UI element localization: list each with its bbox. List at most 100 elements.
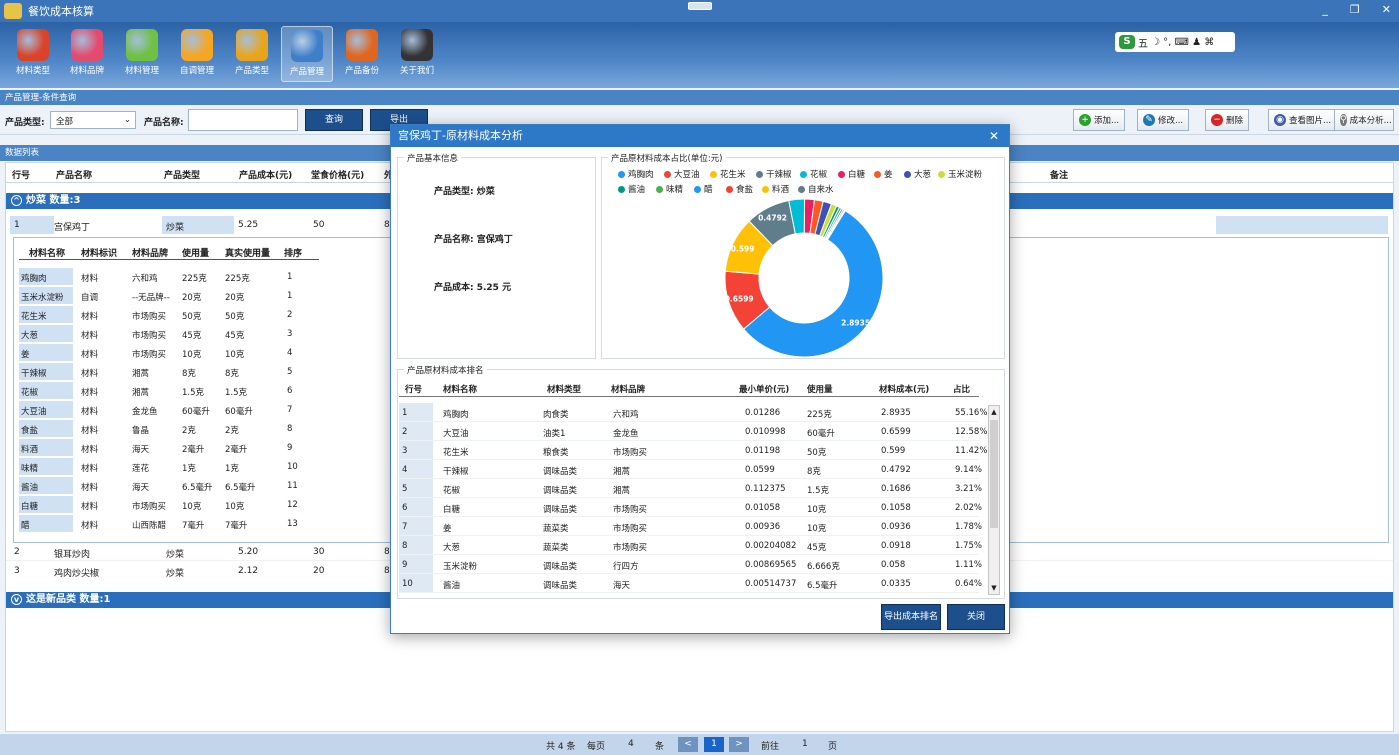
rank-col-name[interactable]: 材料名称 bbox=[443, 383, 477, 395]
pie-data-label: 0.4792 bbox=[758, 214, 787, 223]
toolbar-button-4[interactable]: 自调管理 bbox=[171, 26, 223, 82]
current-page-button[interactable]: 1 bbox=[704, 737, 724, 752]
close-window-button[interactable]: ✕ bbox=[1382, 3, 1391, 16]
subtable-cell: 8克 bbox=[182, 369, 196, 379]
col-type[interactable]: 产品类型 bbox=[164, 168, 200, 181]
goto-input[interactable]: 1 bbox=[802, 739, 808, 749]
toolbar-button-2[interactable]: 材料品牌 bbox=[61, 26, 113, 82]
toolbar-button-5[interactable]: 产品类型 bbox=[226, 26, 278, 82]
rank-col-unit-price[interactable]: 最小单价(元) bbox=[739, 383, 789, 395]
subtable-row[interactable]: 大豆油 材料 金龙鱼 60毫升 60毫升 7 bbox=[19, 400, 319, 419]
subtable-row[interactable]: 干辣椒 材料 湘蒿 8克 8克 5 bbox=[19, 362, 319, 381]
scroll-thumb[interactable] bbox=[990, 420, 998, 528]
rank-cell: 6 bbox=[399, 498, 433, 516]
rank-cell: 1 bbox=[399, 403, 433, 421]
subtable-row[interactable]: 味精 材料 莲花 1克 1克 10 bbox=[19, 457, 319, 476]
sub-col-real-usage[interactable]: 真实使用量 bbox=[225, 246, 270, 259]
delete-button[interactable]: − 删除 bbox=[1205, 109, 1250, 131]
rank-row[interactable]: 9 玉米淀粉 调味品类 行四方 0.00869565 6.666克 0.058 1.11% bbox=[399, 555, 982, 574]
cost-analysis-button[interactable]: ⚲ 成本分析... bbox=[1334, 109, 1394, 131]
minimize-button[interactable]: _ bbox=[1322, 3, 1328, 16]
rank-row[interactable]: 5 花椒 调味品类 湘蒿 0.112375 1.5克 0.1686 3.21% bbox=[399, 479, 982, 498]
ime-status-bar[interactable]: S 五 ☽ °, ⌨ ♟ ⌘ bbox=[1115, 32, 1235, 52]
subtable-cell: 鸡胸肉 bbox=[19, 268, 73, 285]
rank-col-ratio[interactable]: 占比 bbox=[953, 383, 970, 395]
add-button[interactable]: + 添加... bbox=[1073, 109, 1126, 131]
toolbar-button-7[interactable]: 产品备份 bbox=[336, 26, 388, 82]
scroll-down-icon[interactable]: ▼ bbox=[989, 582, 999, 594]
rank-cell: 12.58% bbox=[955, 427, 988, 437]
rank-cell: 0.4792 bbox=[881, 465, 911, 475]
rank-row[interactable]: 7 姜 蔬菜类 市场购买 0.00936 10克 0.0936 1.78% bbox=[399, 517, 982, 536]
row-cost: 5.25 bbox=[238, 220, 259, 230]
product-type-select[interactable]: 全部 ⌄ bbox=[50, 111, 136, 129]
prev-page-button[interactable]: < bbox=[678, 737, 698, 752]
product-name-input[interactable] bbox=[188, 109, 298, 131]
rank-row[interactable]: 10 酱油 调味品类 海天 0.00514737 6.5毫升 0.0335 0.64% bbox=[399, 574, 982, 593]
sub-col-brand[interactable]: 材料品牌 bbox=[132, 246, 168, 259]
subtable-row[interactable]: 白糖 材料 市场购买 10克 10克 12 bbox=[19, 495, 319, 514]
sub-col-order[interactable]: 排序 bbox=[284, 246, 302, 259]
rank-cell: 0.112375 bbox=[745, 484, 786, 494]
dialog-close-icon[interactable]: ✕ bbox=[989, 125, 999, 147]
subtable-row[interactable]: 姜材料 市场购买 10克 10克 4 bbox=[19, 343, 319, 362]
col-no[interactable]: 行号 bbox=[12, 168, 30, 181]
query-button[interactable]: 查询 bbox=[305, 109, 363, 131]
subtable-row[interactable]: 醋材料 山西陈醋 7毫升 7毫升 13 bbox=[19, 514, 319, 533]
rank-row[interactable]: 8 大葱 蔬菜类 市场购买 0.00204082 45克 0.0918 1.75% bbox=[399, 536, 982, 555]
product-backup-icon bbox=[346, 29, 378, 61]
rank-row[interactable]: 1 鸡胸肉 肉食类 六和鸡 0.01286 225克 2.8935 55.16% bbox=[399, 403, 987, 422]
toolbar-button-6[interactable]: 产品管理 bbox=[281, 26, 333, 82]
subtable-row[interactable]: 食盐 材料 鲁晶 2克 2克 8 bbox=[19, 419, 319, 438]
col-cost[interactable]: 产品成本(元) bbox=[239, 168, 292, 181]
collapse-icon[interactable]: ^ bbox=[11, 195, 22, 206]
col-price[interactable]: 堂食价格(元) bbox=[311, 168, 364, 181]
next-page-button[interactable]: > bbox=[729, 737, 749, 752]
product-name-label: 产品名称: bbox=[144, 118, 184, 128]
rank-row[interactable]: 3 花生米 粮食类 市场购买 0.01198 50克 0.599 11.42% bbox=[399, 441, 987, 460]
sub-col-flag[interactable]: 材料标识 bbox=[81, 246, 117, 259]
rank-col-cost[interactable]: 材料成本(元) bbox=[879, 383, 929, 395]
view-image-button[interactable]: ◉ 查看图片... bbox=[1268, 109, 1338, 131]
rank-cell: 调味品类 bbox=[543, 486, 578, 496]
sub-col-usage[interactable]: 使用量 bbox=[182, 246, 209, 259]
subtable-row[interactable]: 大葱 材料 市场购买 45克 45克 3 bbox=[19, 324, 319, 343]
expand-icon[interactable]: v bbox=[11, 594, 22, 605]
rank-col-no[interactable]: 行号 bbox=[405, 383, 422, 395]
ime-mode[interactable]: 五 bbox=[1138, 35, 1148, 50]
toolbar-button-8[interactable]: 关于我们 bbox=[391, 26, 443, 82]
rank-col-brand[interactable]: 材料品牌 bbox=[611, 383, 645, 395]
subtable-row[interactable]: 玉米水淀粉 自调 --无品牌-- 20克 20克 1 bbox=[19, 286, 319, 305]
subtable-row[interactable]: 花生米 材料 市场购买 50克 50克 2 bbox=[19, 305, 319, 324]
subtable-cell: 10克 bbox=[225, 502, 245, 512]
rank-cell: 姜 bbox=[443, 524, 452, 534]
rank-row[interactable]: 4 干辣椒 调味品类 湘蒿 0.0599 8克 0.4792 9.14% bbox=[399, 460, 982, 479]
subtable-row[interactable]: 花椒 材料 湘蒿 1.5克 1.5克 6 bbox=[19, 381, 319, 400]
export-rank-button[interactable]: 导出成本排名 bbox=[881, 604, 941, 630]
sub-col-name[interactable]: 材料名称 bbox=[29, 246, 65, 259]
toolbar-button-3[interactable]: 材料管理 bbox=[116, 26, 168, 82]
subtable-cell: 材料 bbox=[81, 445, 99, 455]
rank-scrollbar[interactable]: ▲ ▼ bbox=[988, 405, 1000, 595]
close-dialog-button[interactable]: 关闭 bbox=[947, 604, 1005, 630]
rank-row[interactable]: 6 白糖 调味品类 市场购买 0.01058 10克 0.1058 2.02% bbox=[399, 498, 982, 517]
rank-col-type[interactable]: 材料类型 bbox=[547, 383, 581, 395]
rank-row[interactable]: 2 大豆油 油类1 金龙鱼 0.010998 60毫升 0.6599 12.58% bbox=[399, 422, 987, 441]
drag-handle[interactable] bbox=[688, 2, 712, 10]
ime-symbols[interactable]: ☽ °, ⌨ ♟ ⌘ bbox=[1151, 37, 1214, 48]
rank-cell: 调味品类 bbox=[543, 505, 578, 515]
col-remark[interactable]: 备注 bbox=[1050, 168, 1068, 181]
rank-col-usage[interactable]: 使用量 bbox=[807, 383, 833, 395]
edit-button[interactable]: ✎ 修改... bbox=[1137, 109, 1190, 131]
per-page-value[interactable]: 4 bbox=[628, 739, 634, 749]
subtable-row[interactable]: 料酒 材料 海天 2毫升 2毫升 9 bbox=[19, 438, 319, 457]
restore-button[interactable]: ❐ bbox=[1350, 3, 1360, 16]
row-type: 炒菜 bbox=[166, 569, 185, 579]
rank-cell: 55.16% bbox=[955, 408, 988, 418]
subtable-row[interactable]: 鸡胸肉 材料 六和鸡 225克 225克 1 bbox=[19, 267, 319, 286]
toolbar-button-1[interactable]: 材料类型 bbox=[7, 26, 59, 82]
scroll-up-icon[interactable]: ▲ bbox=[989, 406, 999, 418]
col-name[interactable]: 产品名称 bbox=[56, 168, 92, 181]
product-manage-icon bbox=[291, 30, 323, 62]
subtable-row[interactable]: 酱油 材料 海天 6.5毫升 6.5毫升 11 bbox=[19, 476, 319, 495]
